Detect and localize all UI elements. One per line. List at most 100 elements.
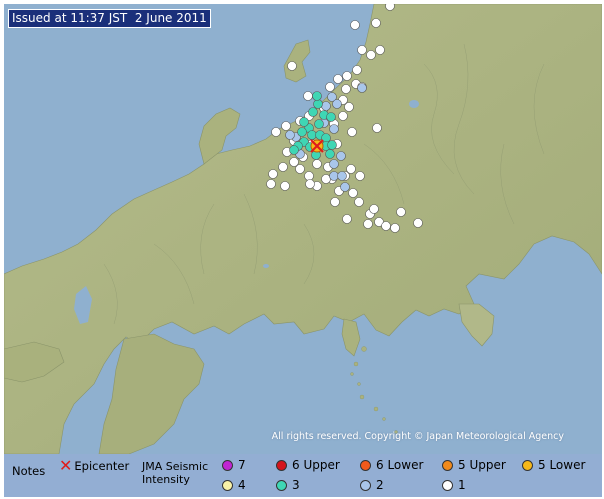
legend-epicenter: ✕ Epicenter <box>59 456 130 475</box>
legend-label: 6 Upper <box>292 458 340 472</box>
station-marker <box>348 188 358 198</box>
station-marker <box>342 214 352 224</box>
intensity-4-swatch-icon <box>222 479 233 491</box>
station-marker <box>329 171 339 181</box>
station-marker <box>372 123 382 133</box>
station-marker <box>338 111 348 121</box>
legend-label: 5 Upper <box>458 458 506 472</box>
station-marker <box>390 223 400 233</box>
station-marker <box>352 65 362 75</box>
map-frame: Issued at 11:37 JST 2 June 2011 All righ… <box>0 0 604 499</box>
station-marker <box>329 124 339 134</box>
legend-label: 7 <box>238 458 246 472</box>
station-marker <box>268 169 278 179</box>
station-marker <box>307 130 317 140</box>
station-marker <box>355 171 365 181</box>
station-marker <box>340 182 350 192</box>
station-marker <box>342 71 352 81</box>
legend-jma-label: JMA Seismic Intensity <box>142 460 209 486</box>
legend-item-7: 7 <box>222 458 246 472</box>
station-marker <box>303 91 313 101</box>
station-marker <box>321 101 331 111</box>
station-marker <box>281 121 291 131</box>
station-marker <box>344 102 354 112</box>
boso-peninsula <box>458 303 495 347</box>
station-marker <box>325 82 335 92</box>
legend-label: 1 <box>458 478 466 492</box>
legend-item-2: 2 <box>360 478 384 492</box>
intensity-2-swatch-icon <box>360 479 371 491</box>
station-marker <box>312 159 322 169</box>
station-marker <box>385 4 395 11</box>
izu-islands <box>350 346 398 434</box>
station-marker <box>357 45 367 55</box>
station-marker <box>295 164 305 174</box>
station-marker <box>357 83 367 93</box>
station-marker <box>278 162 288 172</box>
station-marker <box>285 130 295 140</box>
station-marker <box>304 171 314 181</box>
station-marker <box>321 174 331 184</box>
station-marker <box>330 197 340 207</box>
legend-item-3: 3 <box>276 478 300 492</box>
station-marker <box>363 219 373 229</box>
station-marker <box>299 117 309 127</box>
intensity-5-lower-swatch-icon <box>522 459 533 471</box>
intensity-7-swatch-icon <box>222 459 233 471</box>
station-marker <box>329 159 339 169</box>
station-marker <box>396 207 406 217</box>
station-marker <box>366 50 376 60</box>
station-marker <box>346 164 356 174</box>
legend-item-5-upper: 5 Upper <box>442 458 506 472</box>
epicenter-x-icon: ✕ <box>59 456 73 475</box>
station-marker <box>305 179 315 189</box>
station-marker <box>312 91 322 101</box>
station-marker <box>350 20 360 30</box>
legend-notes-label: Notes <box>12 464 46 478</box>
lake-suwa <box>263 264 269 268</box>
legend-item-5-lower: 5 Lower <box>522 458 585 472</box>
copyright-notice: All rights reserved. Copyright © Japan M… <box>271 431 564 442</box>
station-marker <box>381 221 391 231</box>
station-marker <box>341 84 351 94</box>
station-marker <box>333 74 343 84</box>
station-marker <box>325 149 335 159</box>
intensity-6-upper-swatch-icon <box>276 459 287 471</box>
station-marker <box>354 197 364 207</box>
legend-epicenter-label: Epicenter <box>74 459 130 473</box>
legend-item-4: 4 <box>222 478 246 492</box>
station-marker <box>369 204 379 214</box>
intensity-6-lower-swatch-icon <box>360 459 371 471</box>
sado-island <box>283 39 311 83</box>
intensity-5-upper-swatch-icon <box>442 459 453 471</box>
legend-bar: Notes ✕ Epicenter JMA Seismic Intensity … <box>4 454 602 497</box>
legend-item-6-lower: 6 Lower <box>360 458 423 472</box>
intensity-1-swatch-icon <box>442 479 453 491</box>
lake-inawashiro <box>409 100 419 108</box>
station-marker <box>413 218 423 228</box>
legend-label: 4 <box>238 478 246 492</box>
station-marker <box>314 119 324 129</box>
terrain-map <box>4 4 602 454</box>
station-marker <box>289 145 299 155</box>
epicenter-marker <box>310 139 324 153</box>
station-marker <box>266 179 276 189</box>
station-marker <box>271 127 281 137</box>
legend-item-1: 1 <box>442 478 466 492</box>
station-marker <box>336 151 346 161</box>
map-area: Issued at 11:37 JST 2 June 2011 All righ… <box>4 4 602 454</box>
station-marker <box>287 61 297 71</box>
station-marker <box>347 127 357 137</box>
intensity-3-swatch-icon <box>276 479 287 491</box>
legend-item-6-upper: 6 Upper <box>276 458 340 472</box>
izu-peninsula <box>341 318 361 357</box>
legend-label: 3 <box>292 478 300 492</box>
legend-label: 2 <box>376 478 384 492</box>
station-marker <box>371 18 381 28</box>
station-marker <box>332 99 342 109</box>
station-marker <box>297 127 307 137</box>
station-marker <box>308 107 318 117</box>
station-marker <box>327 140 337 150</box>
station-marker <box>280 181 290 191</box>
station-marker <box>326 112 336 122</box>
